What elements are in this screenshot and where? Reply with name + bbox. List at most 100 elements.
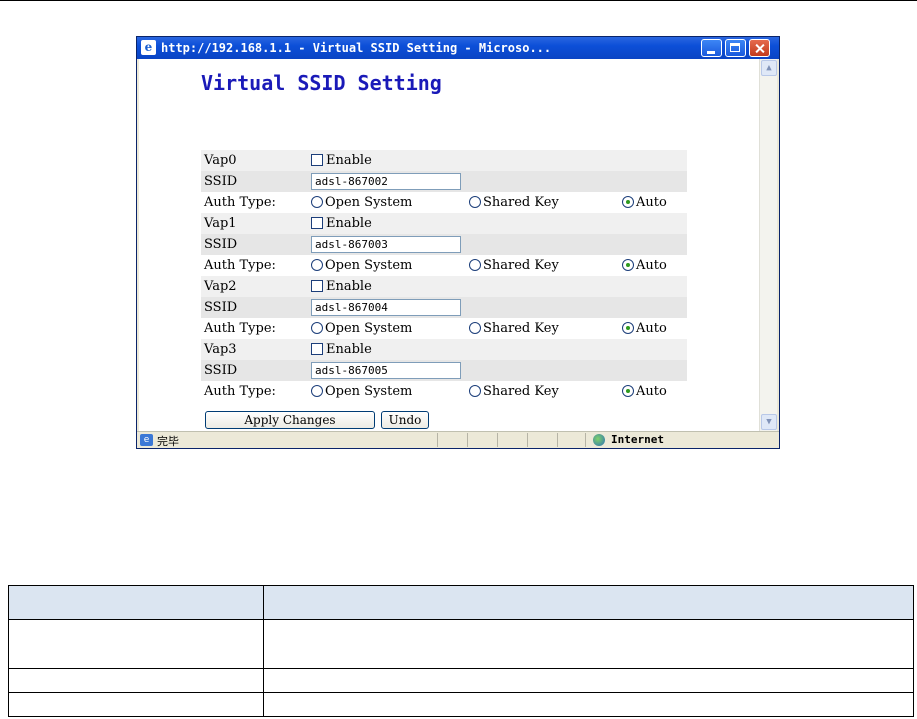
enable-checkbox[interactable] [311,154,323,166]
auth-shared-key-radio[interactable] [469,196,481,208]
auth-option-cell: Open System [308,192,466,213]
auth-option-label: Auto [636,258,667,273]
ssid-input[interactable] [311,173,461,190]
maximize-icon[interactable] [725,39,746,57]
table-cell [8,585,264,620]
table-cell [8,668,264,693]
auth-option-label: Shared Key [483,384,559,399]
page-title: Virtual SSID Setting [201,71,442,95]
auth-option-cell: Shared Key [466,318,619,339]
table-row [8,668,914,693]
vap-header-row: Vap3 Enable [201,339,687,360]
ssid-row: SSID [201,297,687,318]
auth-option-cell: Auto [619,381,687,402]
enable-label: Enable [326,216,372,231]
ssid-cell [308,297,687,318]
status-text: 完毕 [157,435,179,448]
auth-open-system-radio[interactable] [311,385,323,397]
vap-name: Vap1 [201,213,308,234]
ssid-label: SSID [201,360,308,381]
status-divider [585,433,586,447]
enable-cell: Enable [308,276,687,297]
status-divider [557,433,558,447]
auth-option-cell: Open System [308,318,466,339]
auth-open-system-radio[interactable] [311,259,323,271]
undo-button[interactable]: Undo [381,411,429,429]
auth-option-label: Auto [636,321,667,336]
table-cell [263,585,914,620]
apply-changes-button[interactable]: Apply Changes [205,411,375,429]
enable-label: Enable [326,279,372,294]
auth-option-label: Open System [325,195,413,210]
enable-label: Enable [326,153,372,168]
vap-header-row: Vap1 Enable [201,213,687,234]
status-divider [497,433,498,447]
title-bar[interactable]: e http://192.168.1.1 - Virtual SSID Sett… [137,37,779,59]
table-cell [8,619,264,669]
auth-type-row: Auth Type: Open System Shared Key Auto [201,381,687,402]
auth-auto-radio[interactable] [622,196,634,208]
auth-auto-radio[interactable] [622,322,634,334]
ssid-row: SSID [201,171,687,192]
table-row [8,619,914,669]
vap-settings-table: Vap0EnableSSIDAuth Type:Open SystemShare… [201,150,687,402]
auth-option-cell: Shared Key [466,192,619,213]
auth-option-label: Shared Key [483,195,559,210]
status-bar: e 完毕 Internet [137,431,779,448]
ssid-row: SSID [201,234,687,255]
page-icon: e [140,434,153,446]
table-row [8,692,914,717]
auth-option-label: Auto [636,195,667,210]
enable-cell: Enable [308,339,687,360]
vap-header-row: Vap2 Enable [201,276,687,297]
auth-auto-radio[interactable] [622,385,634,397]
auth-type-row: Auth Type: Open System Shared Key Auto [201,318,687,339]
auth-open-system-radio[interactable] [311,322,323,334]
page-content: Virtual SSID Setting Vap0EnableSSIDAuth … [139,59,759,431]
table-header-row [8,585,914,620]
enable-checkbox[interactable] [311,280,323,292]
auth-type-label: Auth Type: [201,192,308,213]
table-cell [263,619,914,669]
top-rule [0,0,917,1]
auth-option-label: Open System [325,258,413,273]
auth-type-label: Auth Type: [201,381,308,402]
auth-option-label: Auto [636,384,667,399]
enable-checkbox[interactable] [311,343,323,355]
ssid-input[interactable] [311,299,461,316]
doc-table [8,585,914,717]
auth-shared-key-radio[interactable] [469,322,481,334]
ssid-cell [308,234,687,255]
vertical-scrollbar[interactable]: ▲ ▼ [759,59,777,431]
table-cell [263,692,914,717]
vap-name: Vap0 [201,150,308,171]
ssid-cell [308,171,687,192]
security-zone: Internet [611,433,664,446]
auth-option-label: Open System [325,321,413,336]
ie-logo-icon: e [141,40,156,55]
scroll-down-icon[interactable]: ▼ [761,414,777,430]
ssid-input[interactable] [311,236,461,253]
auth-option-label: Shared Key [483,321,559,336]
minimize-icon[interactable] [701,39,722,57]
globe-icon [593,434,605,446]
enable-cell: Enable [308,150,687,171]
table-cell [263,668,914,693]
auth-option-cell: Auto [619,192,687,213]
scroll-up-icon[interactable]: ▲ [761,60,777,76]
ssid-input[interactable] [311,362,461,379]
auth-option-cell: Auto [619,318,687,339]
close-icon[interactable] [749,39,770,57]
ssid-cell [308,360,687,381]
auth-shared-key-radio[interactable] [469,259,481,271]
window-title: http://192.168.1.1 - Virtual SSID Settin… [161,41,552,55]
auth-option-cell: Auto [619,255,687,276]
auth-open-system-radio[interactable] [311,196,323,208]
auth-option-cell: Open System [308,381,466,402]
enable-checkbox[interactable] [311,217,323,229]
auth-auto-radio[interactable] [622,259,634,271]
auth-shared-key-radio[interactable] [469,385,481,397]
ssid-label: SSID [201,297,308,318]
auth-option-label: Open System [325,384,413,399]
auth-option-label: Shared Key [483,258,559,273]
